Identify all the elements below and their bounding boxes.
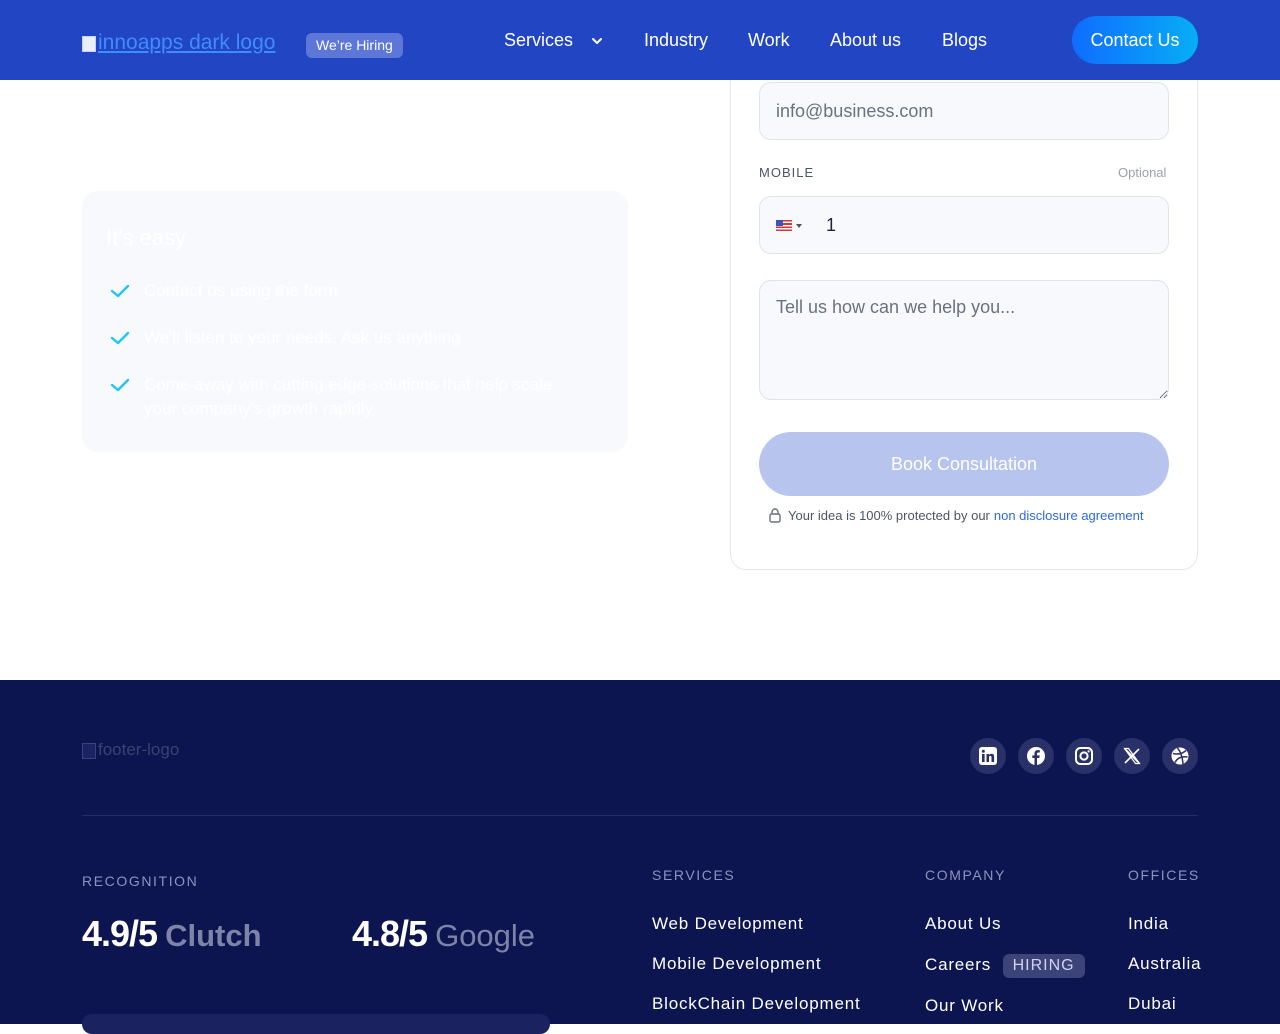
google-score: 4.8/5 (352, 913, 428, 954)
dribbble-icon[interactable] (1162, 738, 1198, 774)
footer-link-australia[interactable]: Australia (1128, 954, 1201, 974)
lock-icon (769, 508, 781, 523)
hiring-badge[interactable]: We’re Hiring (306, 33, 403, 58)
google-logo: Google (435, 918, 536, 953)
logo-link[interactable]: innoapps dark logo (82, 30, 275, 56)
nda-link[interactable]: non disclosure agreement (994, 508, 1144, 523)
clutch-logo: Clutch (165, 918, 262, 953)
instagram-icon[interactable] (1066, 738, 1102, 774)
check-icon (110, 331, 130, 345)
footer-divider (82, 815, 1198, 816)
phone-input[interactable] (824, 211, 1144, 239)
book-consultation-button[interactable]: Book Consultation (759, 432, 1169, 496)
footer-link-india[interactable]: India (1128, 914, 1169, 934)
email-field[interactable] (759, 82, 1169, 140)
list-item-text: Come away with cutting edge solutions th… (144, 375, 553, 418)
contact-us-button[interactable]: Contact Us (1072, 16, 1198, 64)
footer-link-dubai[interactable]: Dubai (1128, 994, 1176, 1014)
nav-work[interactable]: Work (748, 28, 790, 52)
nav-about[interactable]: About us (830, 28, 901, 52)
offices-title: OFFICES (1128, 867, 1200, 883)
clutch-rating[interactable]: 4.9/5 Clutch (82, 913, 262, 955)
footer-link-blockchain-development[interactable]: BlockChain Development (652, 994, 860, 1014)
nav-industry[interactable]: Industry (644, 28, 708, 52)
check-icon (110, 378, 130, 392)
facebook-icon[interactable] (1018, 738, 1054, 774)
check-icon (110, 284, 130, 298)
footer-partial-element (82, 1014, 550, 1034)
broken-image-icon (82, 36, 96, 52)
careers-label: Careers (925, 955, 992, 974)
list-item-text: We'll listen to your needs. Ask us anyth… (144, 328, 461, 347)
us-flag-icon[interactable] (776, 220, 792, 231)
phone-field (759, 196, 1169, 254)
footer-link-about-us[interactable]: About Us (925, 914, 1001, 934)
list-item: Come away with cutting edge solutions th… (110, 373, 590, 421)
site-footer: footer-logo RECOGNITION 4.9/5 Clutch 4.8… (0, 680, 1280, 1034)
company-title: COMPANY (925, 867, 1006, 883)
nda-note: Your idea is 100% protected by our non d… (768, 507, 1143, 523)
nav-blogs[interactable]: Blogs (942, 28, 987, 52)
nav-services[interactable]: Services (504, 28, 604, 52)
services-title: SERVICES (652, 867, 736, 883)
footer-logo-alt: footer-logo (98, 740, 180, 759)
hiring-tag: HIRING (1002, 954, 1085, 978)
broken-image-icon (82, 743, 96, 759)
list-item-text: Contact us using the form (144, 281, 338, 300)
footer-link-web-development[interactable]: Web Development (652, 914, 804, 934)
footer-link-careers[interactable]: Careers HIRING (925, 954, 1085, 978)
nda-text: Your idea is 100% protected by our (788, 507, 990, 523)
x-icon[interactable] (1114, 738, 1150, 774)
site-header: innoapps dark logo We’re Hiring Services… (0, 0, 1280, 80)
optional-label: Optional (1118, 165, 1167, 180)
clutch-score: 4.9/5 (82, 913, 158, 954)
its-easy-title: It's easy (106, 225, 187, 250)
message-textarea[interactable] (759, 280, 1169, 400)
nav-services-label: Services (504, 30, 574, 50)
google-rating[interactable]: 4.8/5 Google (352, 913, 535, 955)
its-easy-card: It's easy Contact us using the form We'l… (82, 191, 628, 452)
mobile-label: MOBILE (759, 165, 815, 180)
footer-logo[interactable]: footer-logo (82, 740, 179, 760)
chevron-down-icon (592, 38, 603, 44)
linkedin-icon[interactable] (970, 738, 1006, 774)
caret-down-icon[interactable] (796, 224, 802, 228)
list-item: We'll listen to your needs. Ask us anyth… (110, 326, 580, 350)
list-item: Contact us using the form (110, 279, 580, 303)
footer-link-our-work[interactable]: Our Work (925, 996, 1004, 1016)
recognition-title: RECOGNITION (82, 873, 199, 889)
footer-link-mobile-development[interactable]: Mobile Development (652, 954, 821, 974)
logo-alt-text[interactable]: innoapps dark logo (98, 30, 275, 56)
